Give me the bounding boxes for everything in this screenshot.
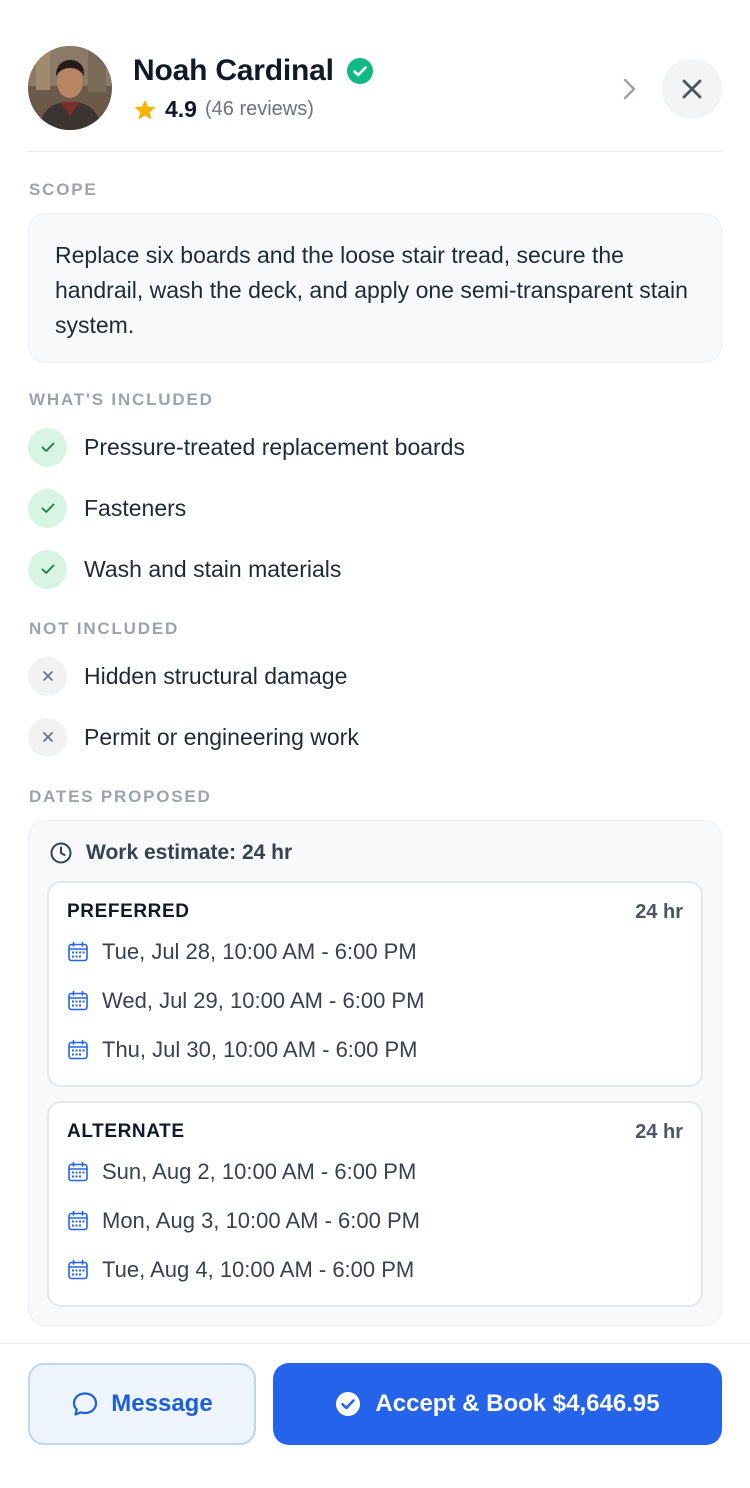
alternate-title: ALTERNATE xyxy=(67,1121,185,1142)
message-button[interactable]: Message xyxy=(28,1363,256,1445)
calendar-icon xyxy=(68,1210,88,1231)
accept-book-button[interactable]: Accept & Book $4,646.95 xyxy=(273,1363,722,1445)
star-icon xyxy=(134,99,156,119)
date-slot-text: Thu, Jul 30, 10:00 AM - 6:00 PM xyxy=(102,1037,418,1062)
date-slot-text: Tue, Jul 28, 10:00 AM - 6:00 PM xyxy=(102,939,417,964)
calendar-icon xyxy=(68,1161,88,1182)
preferred-card[interactable]: PREFERRED 24 hr Tue, Jul 28, 10:00 AM - … xyxy=(47,881,703,1087)
provider-avatar[interactable] xyxy=(28,46,112,130)
chat-bubble-icon xyxy=(73,1392,98,1416)
date-slot: Mon, Aug 3, 10:00 AM - 6:00 PM xyxy=(67,1206,420,1236)
included-item: Wash and stain materials xyxy=(28,549,341,589)
work-estimate-text: Work estimate: 24 hr xyxy=(86,841,293,864)
provider-name: Noah Cardinal xyxy=(133,54,334,87)
rating-value: 4.9 xyxy=(165,96,197,122)
not-included-item-label: Hidden structural damage xyxy=(84,662,348,689)
close-button[interactable] xyxy=(662,59,722,119)
check-icon xyxy=(28,427,67,467)
quote-detail-sheet: Noah Cardinal 4.9 (46 reviews) SCOPE Rep… xyxy=(0,0,750,1488)
preferred-title: PREFERRED xyxy=(67,901,190,922)
check-icon xyxy=(28,488,67,528)
scope-label: SCOPE xyxy=(29,180,98,199)
calendar-icon xyxy=(68,990,88,1011)
alternate-card[interactable]: ALTERNATE 24 hr Sun, Aug 2, 10:00 AM - 6… xyxy=(47,1101,703,1307)
alternate-hours: 24 hr xyxy=(635,1121,683,1143)
dates-panel: Work estimate: 24 hr PREFERRED 24 hr Tue… xyxy=(28,820,722,1326)
preferred-hours: 24 hr xyxy=(635,901,683,923)
included-item: Pressure-treated replacement boards xyxy=(28,427,465,467)
review-count[interactable]: (46 reviews) xyxy=(205,98,314,121)
work-estimate: Work estimate: 24 hr xyxy=(49,841,292,865)
calendar-icon xyxy=(68,1259,88,1280)
x-icon xyxy=(28,717,67,757)
included-label: WHAT'S INCLUDED xyxy=(29,390,214,409)
scope-description: Replace six boards and the loose stair t… xyxy=(28,213,722,363)
clock-icon xyxy=(50,842,72,864)
not-included-item-label: Permit or engineering work xyxy=(84,723,359,750)
rating-row: 4.9 (46 reviews) xyxy=(133,96,314,123)
not-included-item: Hidden structural damage xyxy=(28,656,347,696)
date-slot: Tue, Jul 28, 10:00 AM - 6:00 PM xyxy=(67,937,417,967)
date-slot: Thu, Jul 30, 10:00 AM - 6:00 PM xyxy=(67,1035,418,1065)
included-item-label: Fasteners xyxy=(84,494,187,521)
date-slot: Sun, Aug 2, 10:00 AM - 6:00 PM xyxy=(67,1157,416,1187)
calendar-icon xyxy=(68,1039,88,1060)
date-slot-text: Sun, Aug 2, 10:00 AM - 6:00 PM xyxy=(102,1159,417,1184)
action-bar: Message Accept & Book $4,646.95 xyxy=(0,1343,750,1488)
dates-label: DATES PROPOSED xyxy=(29,787,212,806)
date-slot: Tue, Aug 4, 10:00 AM - 6:00 PM xyxy=(67,1255,414,1285)
accept-book-button-label: Accept & Book $4,646.95 xyxy=(375,1390,660,1417)
included-item-label: Wash and stain materials xyxy=(84,555,342,582)
chevron-right-icon[interactable] xyxy=(616,76,642,102)
provider-header: Noah Cardinal 4.9 (46 reviews) xyxy=(28,46,722,152)
date-slot-text: Wed, Jul 29, 10:00 AM - 6:00 PM xyxy=(102,988,425,1013)
included-item-label: Pressure-treated replacement boards xyxy=(84,433,465,460)
included-item: Fasteners xyxy=(28,488,186,528)
not-included-label: NOT INCLUDED xyxy=(29,619,180,638)
check-circle-icon xyxy=(336,1392,361,1416)
date-slot-text: Tue, Aug 4, 10:00 AM - 6:00 PM xyxy=(102,1257,415,1282)
date-slot-text: Mon, Aug 3, 10:00 AM - 6:00 PM xyxy=(102,1208,420,1233)
calendar-icon xyxy=(68,941,88,962)
check-icon xyxy=(28,549,67,589)
x-icon xyxy=(28,656,67,696)
verified-check-icon xyxy=(346,58,373,84)
close-icon xyxy=(682,79,702,99)
message-button-label: Message xyxy=(111,1390,213,1417)
not-included-item: Permit or engineering work xyxy=(28,717,359,757)
date-slot: Wed, Jul 29, 10:00 AM - 6:00 PM xyxy=(67,986,424,1016)
provider-name-row: Noah Cardinal xyxy=(133,54,373,88)
